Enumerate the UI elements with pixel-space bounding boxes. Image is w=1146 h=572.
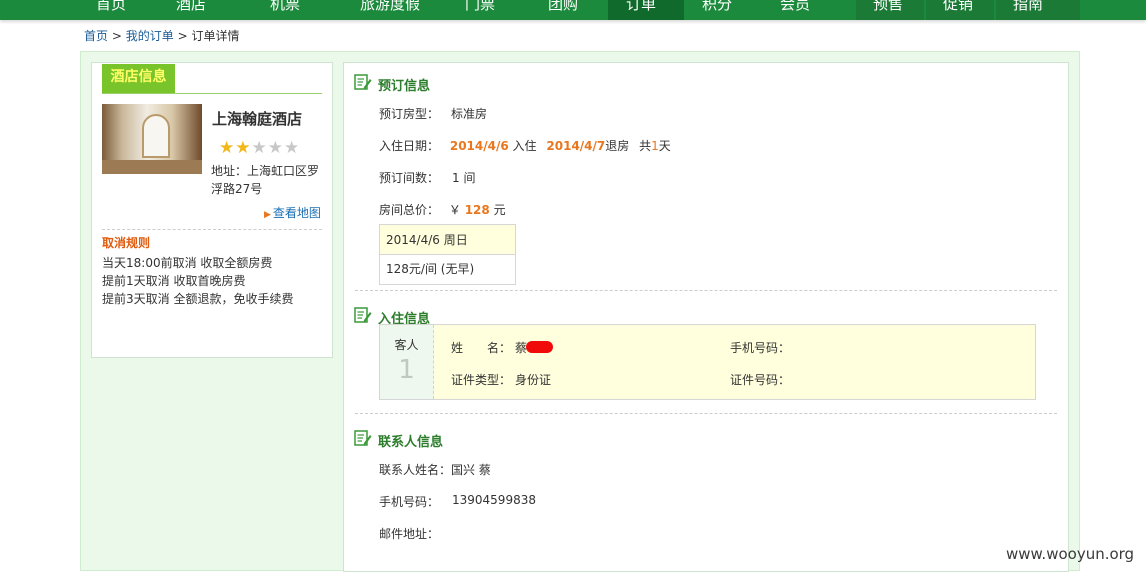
booking-info-title: 预订信息: [378, 79, 431, 94]
guest-name-label: 姓 名：: [451, 341, 512, 355]
star-empty-icon: ★: [251, 138, 268, 158]
hotel-tab-underline: [102, 93, 322, 94]
checkout-word: 退房: [605, 139, 630, 153]
edit-document-icon: [354, 74, 372, 90]
id-number-label: 证件号码：: [730, 373, 791, 387]
contact-phone-label: 手机号码：: [379, 495, 440, 509]
id-type-label: 证件类型：: [451, 373, 512, 387]
nav-item-promo[interactable]: 促销: [926, 0, 994, 20]
contact-email-label: 邮件地址：: [379, 527, 440, 541]
breadcrumb-home-link[interactable]: 首页: [84, 29, 108, 43]
view-map-label: 查看地图: [272, 206, 321, 220]
breadcrumb: 首页 > 我的订单 > 订单详情: [84, 27, 239, 44]
daily-price-rate: 128元/间 (无早): [380, 255, 515, 284]
guest-phone-label: 手机号码：: [730, 341, 791, 355]
star-filled-icon: ★: [219, 138, 236, 158]
total-days-prefix: 共: [639, 139, 652, 153]
checkout-date: 2014/4/7: [546, 139, 606, 153]
hotel-photo[interactable]: [102, 104, 202, 174]
edit-document-icon: [354, 307, 372, 323]
breadcrumb-orders-link[interactable]: 我的订单: [126, 29, 174, 43]
total-days-suffix: 天: [658, 139, 671, 153]
edit-document-icon: [354, 430, 372, 446]
room-type-label: 预订房型：: [379, 107, 440, 121]
stay-dates-row: 入住日期： 2014/4/6 入住 2014/4/7退房 共1天: [379, 137, 671, 154]
cancel-rules-list: 当天18:00前取消 收取全额房费 提前1天取消 收取首晚房费 提前3天取消 全…: [102, 254, 293, 308]
stay-dates-label: 入住日期：: [379, 139, 440, 153]
contact-name-label: 联系人姓名：: [379, 463, 452, 477]
nav-item-home[interactable]: 首页: [96, 0, 126, 20]
guest-caption: 客人: [394, 338, 419, 352]
breadcrumb-current: 订单详情: [191, 29, 240, 43]
hotel-address: 地址：上海虹口区罗浮路27号: [211, 164, 320, 196]
star-empty-icon: ★: [267, 138, 284, 158]
breadcrumb-separator: >: [177, 29, 188, 43]
redaction-mark: [526, 341, 553, 353]
hotel-star-rating: ★★★★★: [219, 138, 300, 158]
daily-price-table: 2014/4/6 周日 128元/间 (无早): [379, 224, 516, 285]
total-price-row: 房间总价： ￥ 128 元: [379, 201, 506, 218]
nav-item-tickets[interactable]: 门票: [465, 0, 495, 20]
cancel-rules-title: 取消规则: [102, 236, 151, 250]
nav-item-travel[interactable]: 旅游度假: [360, 0, 420, 20]
rooms-value: 1 间: [452, 171, 476, 185]
nav-item-orders[interactable]: 订单: [608, 0, 684, 20]
nav-item-groupbuy[interactable]: 团购: [548, 0, 578, 20]
nav-item-presale[interactable]: 预售: [856, 0, 924, 20]
guest-index-cell: 客人 1: [380, 325, 434, 399]
triangle-right-icon: ▶: [264, 210, 271, 220]
id-type-value: 身份证: [515, 373, 552, 387]
cancel-rule-item: 提前3天取消 全额退款，免收手续费: [102, 292, 294, 306]
nav-item-points[interactable]: 积分: [702, 0, 732, 20]
contact-phone-value: 13904599838: [452, 493, 536, 507]
nav-item-member[interactable]: 会员: [780, 0, 810, 20]
view-map-link[interactable]: ▶ 查看地图: [264, 204, 321, 221]
nav-item-hotel[interactable]: 酒店: [176, 0, 206, 20]
price-unit: 元: [493, 203, 506, 217]
section-divider: [355, 413, 1057, 414]
guest-card: 客人 1: [379, 324, 1036, 400]
section-divider: [355, 290, 1057, 291]
nav-item-flight[interactable]: 机票: [270, 0, 300, 20]
contact-name-value: 国兴 蔡: [451, 463, 491, 477]
total-price-label: 房间总价：: [379, 203, 440, 217]
hotel-name[interactable]: 上海翰庭酒店: [212, 108, 302, 129]
contact-info-title: 联系人信息: [378, 435, 444, 450]
breadcrumb-separator: >: [111, 29, 122, 43]
nav-item-guide[interactable]: 指南: [996, 0, 1080, 20]
currency-symbol: ￥: [448, 203, 461, 217]
star-empty-icon: ★: [284, 138, 301, 158]
room-type-value: 标准房: [451, 107, 488, 121]
rooms-label: 预订间数：: [379, 171, 440, 185]
divider: [102, 229, 322, 230]
total-price-value: 128: [464, 203, 490, 217]
checkin-word: 入住: [512, 139, 537, 153]
watermark: www.wooyun.org: [1006, 545, 1135, 563]
daily-price-date: 2014/4/6 周日: [380, 225, 515, 255]
cancel-rule-item: 当天18:00前取消 收取全额房费: [102, 256, 273, 270]
hotel-info-tab: 酒店信息: [102, 64, 175, 93]
total-days: 1: [651, 139, 659, 153]
checkin-date: 2014/4/6: [449, 139, 509, 153]
guest-number: 1: [398, 355, 415, 385]
top-nav-bar: 首页 酒店 机票 旅游度假 门票 团购 订单 积分 会员 预售 促销 指南: [0, 0, 1146, 20]
cancel-rule-item: 提前1天取消 收取首晚房费: [102, 274, 246, 288]
star-filled-icon: ★: [235, 138, 252, 158]
